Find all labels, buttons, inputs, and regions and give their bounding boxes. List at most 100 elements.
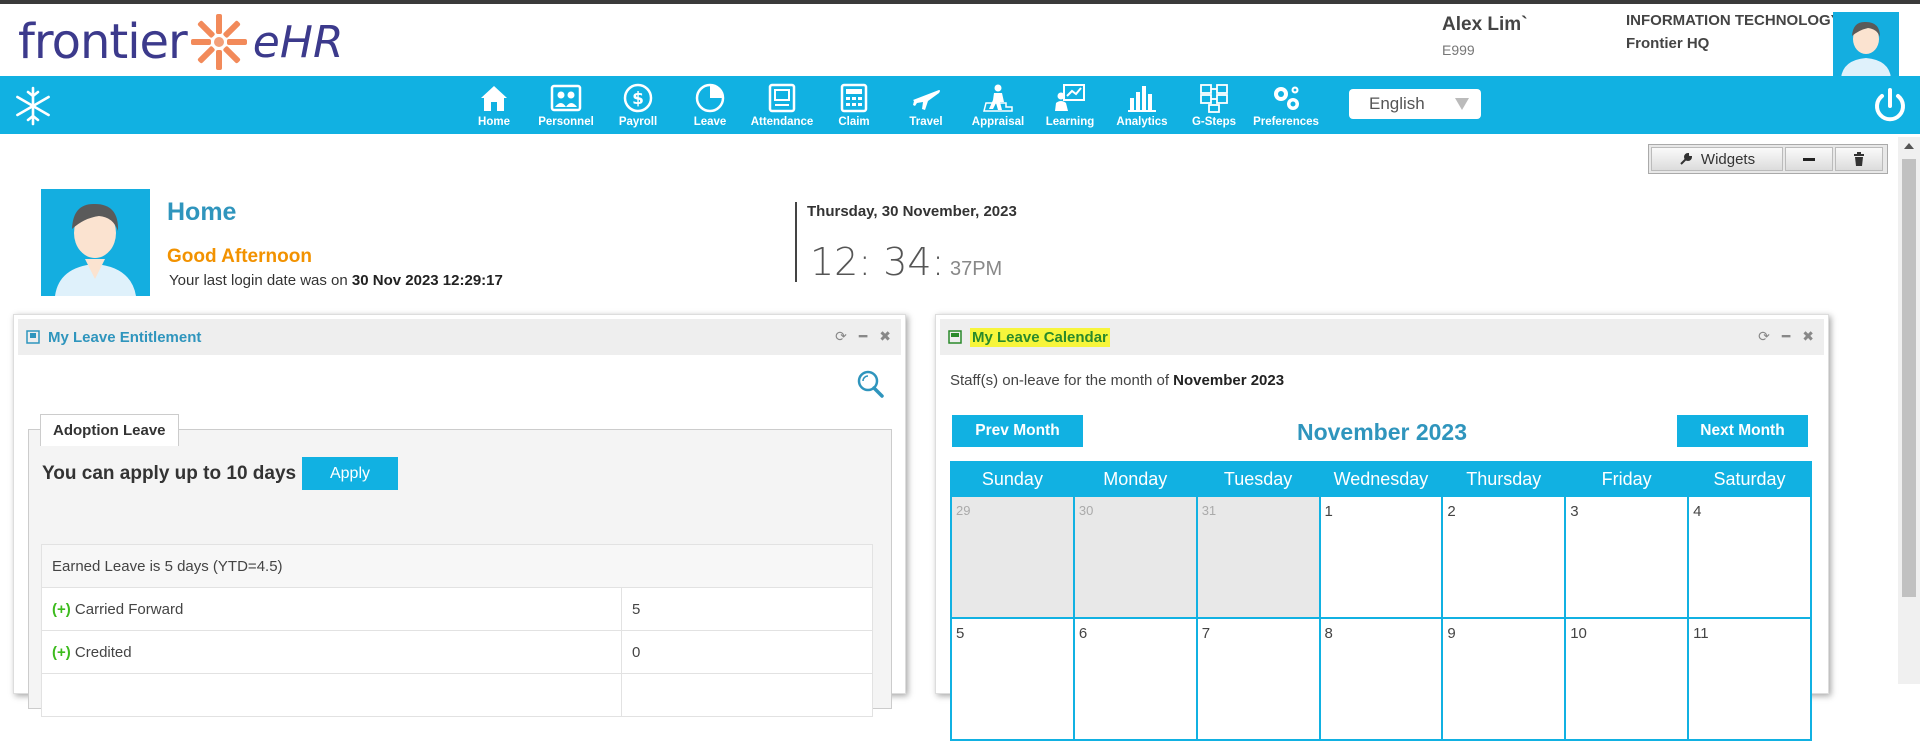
nav-leave[interactable]: Leave <box>674 76 746 134</box>
avatar-person-icon <box>55 203 136 296</box>
widget-controls: ⟳ ━ ✖ <box>835 328 891 345</box>
calendar-day-cell[interactable]: 2 <box>1441 495 1567 619</box>
header-avatar[interactable] <box>1833 12 1899 78</box>
calendar-day-cell[interactable]: 11 <box>1687 617 1812 741</box>
calendar-day-cell[interactable]: 5 <box>950 617 1075 741</box>
frontier-logo[interactable]: frontier eHR <box>18 10 344 74</box>
nav-label: G-Steps <box>1191 116 1237 128</box>
widget-controls: ⟳ ━ ✖ <box>1758 328 1814 345</box>
nav-appraisal[interactable]: Appraisal <box>962 76 1034 134</box>
search-icon[interactable] <box>855 369 885 399</box>
language-select[interactable]: English <box>1349 89 1481 119</box>
calendar-day-cell[interactable]: 6 <box>1072 617 1198 741</box>
nav-label: Analytics <box>1116 116 1168 128</box>
nav-label: Appraisal <box>971 116 1025 128</box>
power-logout-icon[interactable] <box>1870 86 1910 126</box>
scrollbar-thumb[interactable] <box>1902 159 1916 597</box>
refresh-icon[interactable]: ⟳ <box>1758 328 1770 345</box>
nav-menu: Home Personnel $ Payroll Leave Attendanc… <box>458 76 1322 134</box>
nav-preferences[interactable]: Preferences <box>1250 76 1322 134</box>
refresh-icon[interactable]: ⟳ <box>835 328 847 345</box>
row-label: Credited <box>74 643 132 661</box>
calendar-grid: Sunday Monday Tuesday Wednesday Thursday… <box>950 461 1812 741</box>
dropdown-arrow-icon <box>1455 98 1469 110</box>
nav-payroll[interactable]: $ Payroll <box>602 76 674 134</box>
minimize-icon[interactable]: ━ <box>859 328 867 345</box>
leave-icon <box>695 83 725 113</box>
user-id: E999 <box>1442 42 1475 58</box>
weekday-header: Monday <box>1072 461 1198 497</box>
calendar-day-cell[interactable]: 4 <box>1687 495 1812 619</box>
next-month-button[interactable]: Next Month <box>1677 415 1808 447</box>
page-scrollbar[interactable] <box>1898 137 1920 684</box>
table-row: (+) Carried Forward 5 <box>41 587 873 631</box>
calendar-day-cell[interactable]: 30 <box>1072 495 1198 619</box>
department: INFORMATION TECHNOLOGY <box>1626 12 1841 29</box>
row-label-cell: (+) Carried Forward <box>41 587 622 631</box>
calendar-day-cell[interactable]: 3 <box>1564 495 1690 619</box>
logo-star-icon <box>190 14 247 70</box>
travel-icon <box>913 90 940 110</box>
delete-widgets-button[interactable] <box>1835 147 1883 171</box>
calendar-day-cell[interactable]: 9 <box>1441 617 1567 741</box>
nav-travel[interactable]: Travel <box>890 76 962 134</box>
main-nav-bar: Home Personnel $ Payroll Leave Attendanc… <box>0 76 1920 134</box>
nav-gsteps[interactable]: G-Steps <box>1178 76 1250 134</box>
leave-calendar-widget: My Leave Calendar ⟳ ━ ✖ Staff(s) on-leav… <box>935 314 1829 741</box>
last-login-info: Your last login date was on 30 Nov 2023 … <box>169 272 503 289</box>
page-title: Home <box>167 198 237 226</box>
weekday-header: Saturday <box>1687 461 1812 497</box>
minimize-icon[interactable]: ━ <box>1782 328 1790 345</box>
widget-header: My Leave Calendar ⟳ ━ ✖ <box>940 319 1824 355</box>
personnel-icon <box>550 84 582 112</box>
calendar-day-cell[interactable]: 29 <box>950 495 1075 619</box>
gsteps-icon <box>1200 84 1228 113</box>
time-seconds: 37PM <box>944 258 1003 280</box>
weekday-header: Sunday <box>950 461 1075 497</box>
minus-icon <box>1803 157 1815 161</box>
current-time: 12: 34: 37PM <box>810 240 1002 284</box>
header-divider <box>795 202 797 282</box>
row-value <box>621 673 873 717</box>
calendar-day-cell[interactable]: 10 <box>1564 617 1690 741</box>
trash-icon <box>1854 152 1864 166</box>
nav-home[interactable]: Home <box>458 76 530 134</box>
nav-label: Learning <box>1045 116 1095 128</box>
nav-label: Personnel <box>538 116 594 128</box>
apply-button[interactable]: Apply <box>302 457 398 490</box>
org-info: INFORMATION TECHNOLOGY Frontier HQ <box>1626 12 1841 52</box>
weekday-header: Wednesday <box>1318 461 1444 497</box>
app-header: frontier eHR Alex Lim` E999 INFORMATION <box>0 4 1920 78</box>
nav-analytics[interactable]: Analytics <box>1106 76 1178 134</box>
time-hours-minutes: 12: 34: <box>810 240 945 284</box>
scroll-up-arrow-icon[interactable] <box>1904 143 1914 149</box>
widget-title: My Leave Calendar <box>970 327 1110 347</box>
weekday-header: Thursday <box>1441 461 1567 497</box>
widget-title: My Leave Entitlement <box>48 328 202 346</box>
row-label-cell: (+) Credited <box>41 630 622 674</box>
nav-personnel[interactable]: Personnel <box>530 76 602 134</box>
nav-attendance[interactable]: Attendance <box>746 76 818 134</box>
close-icon[interactable]: ✖ <box>879 328 891 345</box>
minimize-all-button[interactable] <box>1785 147 1833 171</box>
claim-icon <box>840 83 868 113</box>
row-label-cell <box>41 673 622 717</box>
subtitle-prefix: Staff(s) on-leave for the month of <box>950 372 1174 389</box>
home-icon <box>481 86 507 111</box>
widgets-button[interactable]: Widgets <box>1651 147 1783 171</box>
entitlement-table: Earned Leave is 5 days (YTD=4.5) (+) Car… <box>41 544 873 717</box>
calendar-day-cell[interactable]: 8 <box>1318 617 1444 741</box>
leave-type-tab[interactable]: Adoption Leave <box>40 414 179 446</box>
calendar-day-cell[interactable]: 31 <box>1195 495 1321 619</box>
row-value: 5 <box>621 587 873 631</box>
prev-month-button[interactable]: Prev Month <box>952 415 1083 447</box>
calendar-day-cell[interactable]: 1 <box>1318 495 1444 619</box>
calendar-day-cell[interactable]: 7 <box>1195 617 1321 741</box>
close-icon[interactable]: ✖ <box>1802 328 1814 345</box>
table-row: Earned Leave is 5 days (YTD=4.5) <box>41 544 873 588</box>
preferences-icon <box>1274 86 1299 110</box>
widgets-label: Widgets <box>1700 150 1756 168</box>
nav-learning[interactable]: Learning <box>1034 76 1106 134</box>
snowflake-menu-icon[interactable] <box>12 85 54 127</box>
nav-claim[interactable]: Claim <box>818 76 890 134</box>
